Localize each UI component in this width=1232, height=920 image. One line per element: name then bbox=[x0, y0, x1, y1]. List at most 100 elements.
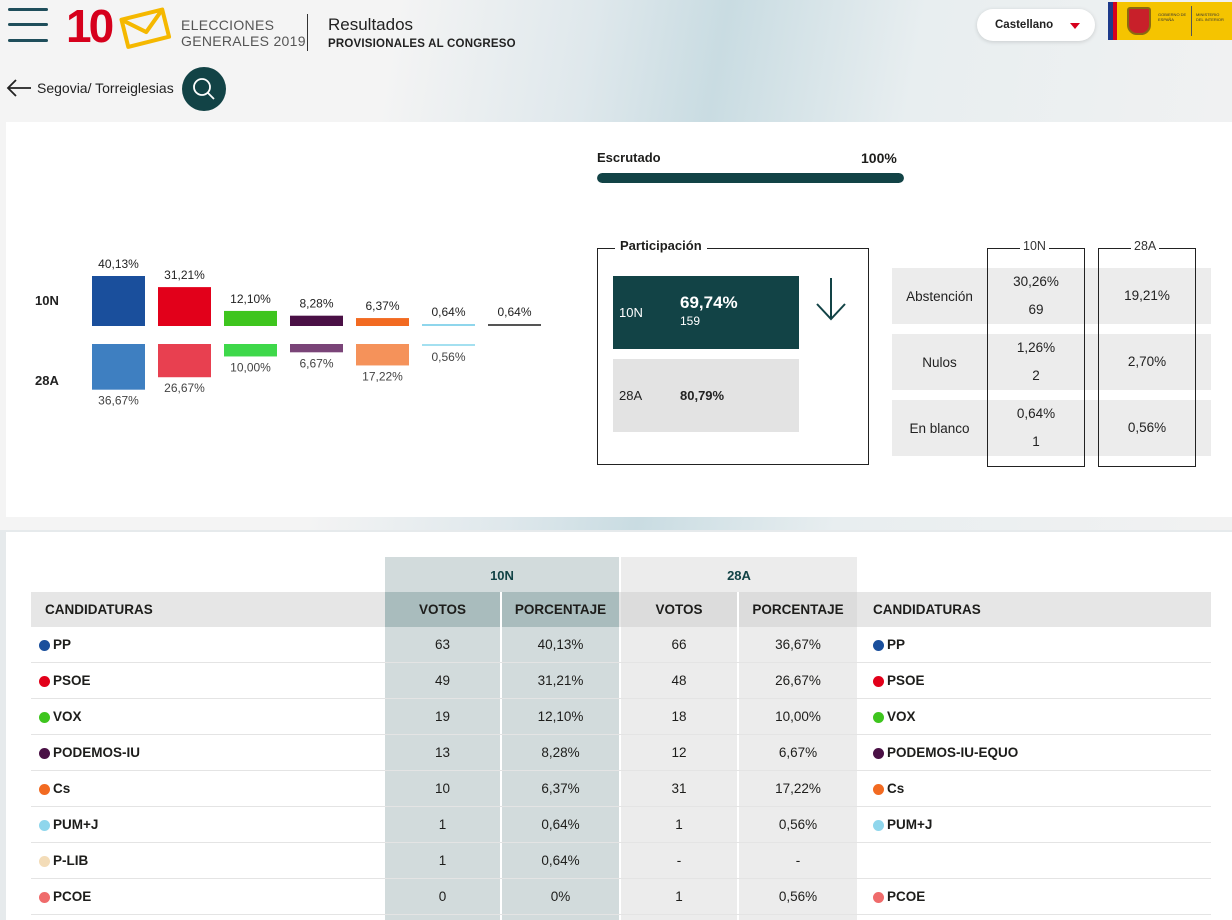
party-color-dot-icon bbox=[873, 820, 884, 831]
porcentaje-10n-text: 12,10% bbox=[537, 709, 584, 724]
votos-28a-text: 1 bbox=[675, 889, 683, 904]
blanco-10n-count: 1 bbox=[1032, 434, 1040, 449]
porcentaje-28a-text: 6,67% bbox=[778, 745, 818, 760]
party-name-28a: Cs bbox=[865, 771, 1205, 807]
porcentaje-28a: 17,22% bbox=[739, 771, 857, 807]
votos-28a: 48 bbox=[621, 663, 737, 699]
bar-10n bbox=[422, 324, 475, 326]
porcentaje-10n: 31,21% bbox=[502, 663, 619, 699]
bar-label-10n: 31,21% bbox=[164, 268, 205, 282]
party-name-10n: Cs bbox=[31, 771, 371, 807]
porcentaje-10n-text: 8,28% bbox=[541, 745, 580, 760]
porcentaje-28a: 26,67% bbox=[739, 663, 857, 699]
party-name-10n-text: Cs bbox=[53, 781, 71, 796]
breadcrumb-location[interactable]: Segovia/ Torreiglesias bbox=[37, 80, 174, 96]
bar-label-28a: 10,00% bbox=[230, 360, 271, 374]
bar-label-28a: 36,67% bbox=[98, 394, 139, 408]
party-color-dot-icon bbox=[39, 820, 50, 831]
hamburger-menu-icon[interactable] bbox=[8, 5, 48, 43]
party-name-10n: P-LIB bbox=[31, 843, 371, 879]
back-arrow-icon[interactable] bbox=[6, 78, 32, 98]
table-row: VOX 19 12,10% 18 10,00% VOX bbox=[31, 699, 1211, 735]
porcentaje-28a: 0,56% bbox=[739, 807, 857, 843]
bar-label-28a: 17,22% bbox=[362, 369, 403, 383]
votos-10n: 10 bbox=[385, 771, 500, 807]
party-name-10n-text: PODEMOS-IU bbox=[53, 745, 141, 760]
party-name-10n: PCOE bbox=[31, 879, 371, 915]
porcentaje-28a-text: 26,67% bbox=[775, 673, 821, 688]
party-name-28a bbox=[865, 843, 1205, 879]
party-name-10n-text: PUM+J bbox=[53, 817, 99, 832]
spain-flag-icon bbox=[1108, 2, 1122, 40]
party-name-28a-text: PODEMOS-IU-EQUO bbox=[887, 745, 1019, 760]
votos-28a-text: 18 bbox=[671, 709, 687, 724]
ministry-text: MINISTERIO DEL INTERIOR bbox=[1196, 12, 1224, 22]
bar-label-28a: 26,67% bbox=[164, 381, 205, 395]
votos-10n: 0 bbox=[385, 879, 500, 915]
participacion-28a: 28A 80,79% bbox=[613, 359, 799, 432]
votos-10n-text: 19 bbox=[434, 709, 451, 724]
porcentaje-28a: 6,67% bbox=[739, 735, 857, 771]
row-label-10n: 10N bbox=[35, 293, 59, 308]
party-name-28a-text: PUM+J bbox=[887, 817, 933, 832]
votos-28a: 31 bbox=[621, 771, 737, 807]
votos-28a: 66 bbox=[621, 627, 737, 663]
party-color-dot-icon bbox=[873, 748, 884, 759]
party-name-28a: PCOE bbox=[865, 879, 1205, 915]
porcentaje-10n: 0,64% bbox=[502, 807, 619, 843]
party-name-10n: PUM+J bbox=[31, 807, 371, 843]
nulos-28a-pct: 2,70% bbox=[1127, 354, 1167, 369]
porcentaje-10n-text: 0,64% bbox=[541, 817, 580, 832]
party-name-10n: PP bbox=[31, 627, 371, 663]
party-name-28a-text: VOX bbox=[887, 709, 916, 724]
party-name-10n: PSOE bbox=[31, 663, 371, 699]
participacion-10n-label: 10N bbox=[619, 305, 643, 320]
porcentaje-10n: 6,37% bbox=[502, 771, 619, 807]
porcentaje-10n: 0,64% bbox=[502, 843, 619, 879]
nulos-10n-count: 2 bbox=[1032, 368, 1040, 383]
participacion-10n-pct: 69,74% bbox=[680, 293, 738, 312]
coat-of-arms-icon bbox=[1127, 7, 1151, 35]
bar-10n bbox=[92, 276, 145, 326]
bar-28a bbox=[158, 344, 211, 378]
votos-10n: 13 bbox=[385, 735, 500, 771]
search-button[interactable] bbox=[182, 67, 226, 111]
table-row: PODEMOS-IU 13 8,28% 12 6,67% PODEMOS-IU-EQUO bbox=[31, 735, 1211, 771]
votos-10n-text: 10 bbox=[434, 781, 451, 796]
caret-down-icon bbox=[1070, 23, 1080, 29]
votos-28a-text: 1 bbox=[675, 817, 683, 832]
votos-10n: 1 bbox=[385, 807, 500, 843]
party-name-28a-text: PP bbox=[887, 637, 906, 652]
table-row: PCOE 0 0% 1 0,56% PCOE bbox=[31, 879, 1211, 915]
bar-10n bbox=[488, 324, 541, 326]
bar-10n bbox=[356, 318, 409, 326]
party-name-28a: PSOE bbox=[865, 663, 1205, 699]
party-name-28a: PUM+J bbox=[865, 807, 1205, 843]
stat-label: Abstención bbox=[906, 289, 973, 304]
bar-label-10n: 0,64% bbox=[431, 305, 465, 319]
arrow-down-icon bbox=[816, 278, 846, 321]
language-select[interactable]: Castellano bbox=[977, 9, 1095, 41]
bar-28a bbox=[224, 344, 277, 357]
header-porcentaje-10n: PORCENTAJE bbox=[514, 602, 607, 617]
votos-28a: 1 bbox=[621, 879, 737, 915]
party-color-dot-icon bbox=[39, 712, 50, 723]
bar-label-10n: 0,64% bbox=[497, 305, 531, 319]
header-candidaturas: CANDIDATURAS bbox=[45, 602, 153, 617]
porcentaje-10n-text: 6,37% bbox=[541, 781, 580, 796]
header-votos-28a: VOTOS bbox=[655, 602, 703, 617]
votos-28a: - bbox=[621, 843, 737, 879]
party-name-10n: VOX bbox=[31, 699, 371, 735]
header-divider bbox=[307, 14, 308, 51]
escrutado-label: Escrutado bbox=[597, 150, 661, 165]
abstencion-10n-count: 69 bbox=[1028, 302, 1044, 317]
votos-28a: 12 bbox=[621, 735, 737, 771]
porcentaje-28a: 36,67% bbox=[739, 627, 857, 663]
stat-label: En blanco bbox=[909, 421, 970, 436]
porcentaje-28a-text: - bbox=[795, 853, 801, 868]
porcentaje-10n-text: 0% bbox=[550, 889, 571, 904]
bar-28a bbox=[92, 344, 145, 390]
party-name-10n-text: PSOE bbox=[53, 673, 91, 688]
votos-10n-text: 1 bbox=[438, 817, 447, 832]
bar-28a bbox=[356, 344, 409, 366]
